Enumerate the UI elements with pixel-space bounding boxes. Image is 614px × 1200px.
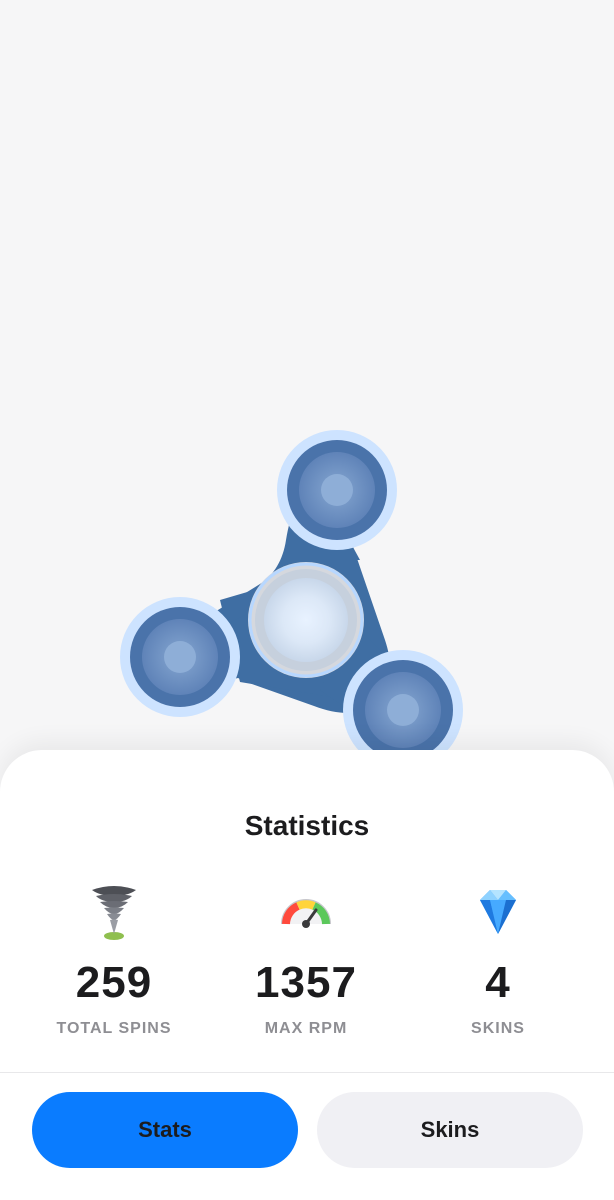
skins-tab[interactable]: Skins [317,1092,583,1168]
max-rpm-value: 1357 [255,958,357,1007]
sheet-title: Statistics [244,810,370,841]
statistics-sheet: Statistics 259 TOTAL SPINS 1357 MAX RPM … [0,750,614,1200]
max-rpm-label: MAX RPM [264,1020,348,1037]
skins-tab-label: Skins [420,1117,480,1142]
stat-skins: 4 SKINS [398,880,598,1038]
diamond-icon [480,890,516,934]
speedometer-icon [281,899,331,928]
spinner-hub [248,562,364,678]
total-spins-label: TOTAL SPINS [56,1020,172,1037]
spinner-cap-top [277,430,397,550]
bottom-tab-bar: Stats Skins [0,1092,614,1168]
divider [0,1072,614,1073]
fidget-spinner[interactable] [0,0,614,800]
skins-value: 4 [485,958,511,1007]
skins-label: SKINS [471,1020,525,1037]
game-screen: Statistics 259 TOTAL SPINS 1357 MAX RPM … [0,0,614,1200]
stat-max-rpm: 1357 MAX RPM [206,880,406,1038]
spinner-cap-left [120,597,240,717]
stat-total-spins: 259 TOTAL SPINS [14,880,214,1038]
stats-tab-label: Stats [138,1117,192,1142]
tornado-icon [92,886,136,940]
stats-tab[interactable]: Stats [32,1092,298,1168]
total-spins-value: 259 [75,958,153,1007]
